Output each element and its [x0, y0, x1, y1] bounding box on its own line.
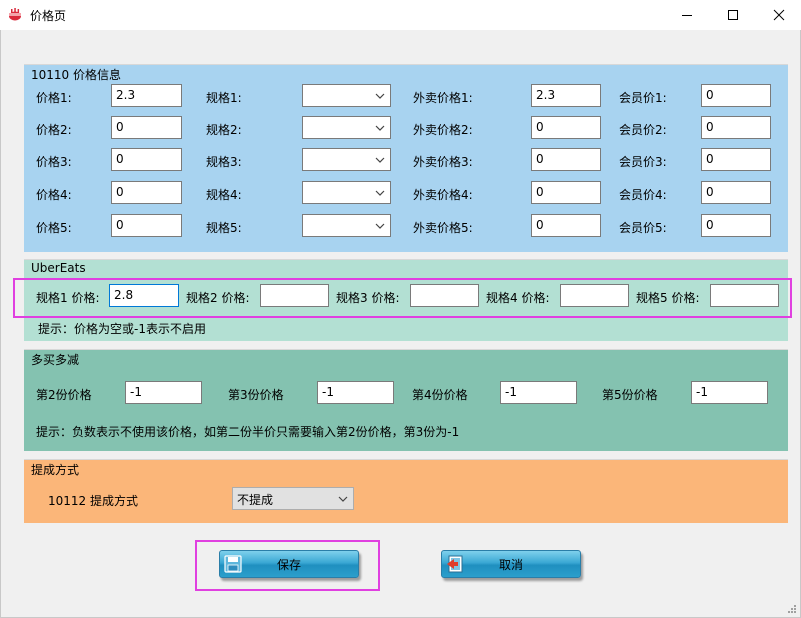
ubereats-spec-price-input[interactable] — [260, 284, 329, 307]
spec-dropdown[interactable] — [302, 214, 391, 237]
price-input[interactable]: 0 — [111, 214, 182, 237]
resize-grip-icon[interactable] — [785, 602, 797, 614]
commission-label: 10112 提成方式 — [48, 494, 138, 508]
spec-label: 规格1: — [206, 91, 242, 105]
multi-buy-title: 多买多减 — [31, 353, 80, 367]
member-price-label: 会员价2: — [619, 123, 667, 137]
price-input[interactable]: 0 — [111, 181, 182, 204]
price-input[interactable]: 0 — [111, 116, 182, 139]
nth-item-price-label: 第2份价格 — [36, 388, 92, 402]
spec-label: 规格2: — [206, 123, 242, 137]
member-price-input[interactable]: 0 — [701, 84, 771, 107]
takeout-price-label: 外卖价格4: — [413, 188, 473, 202]
chevron-down-icon — [375, 93, 385, 99]
minimize-button[interactable] — [664, 0, 710, 30]
chevron-down-icon — [375, 190, 385, 196]
spec-dropdown[interactable] — [302, 84, 391, 107]
takeout-price-input[interactable]: 2.3 — [531, 84, 601, 107]
price-label: 价格3: — [36, 155, 72, 169]
price-input[interactable]: 0 — [111, 148, 182, 171]
nth-item-price-label: 第3份价格 — [228, 388, 284, 402]
save-button[interactable]: 保存 — [219, 550, 359, 578]
commission-dropdown[interactable]: 不提成 — [232, 487, 354, 510]
maximize-icon — [728, 10, 738, 20]
window-title: 价格页 — [30, 9, 67, 23]
nth-item-price-input[interactable]: -1 — [125, 381, 202, 404]
chevron-down-icon — [375, 223, 385, 229]
save-button-label: 保存 — [277, 557, 302, 572]
chevron-down-icon — [375, 157, 385, 163]
ubereats-spec-price-input[interactable] — [710, 284, 779, 307]
ubereats-hint: 提示：价格为空或-1表示不启用 — [38, 322, 206, 336]
close-button[interactable] — [756, 0, 801, 30]
member-price-input[interactable]: 0 — [701, 181, 771, 204]
spec-dropdown[interactable] — [302, 148, 391, 171]
cancel-button-label: 取消 — [499, 557, 524, 572]
spec-dropdown[interactable] — [302, 181, 391, 204]
price-input[interactable]: 2.3 — [111, 84, 182, 107]
ubereats-spec-price-input[interactable] — [560, 284, 629, 307]
ubereats-spec-price-label: 规格2 价格: — [186, 291, 250, 305]
spec-label: 规格4: — [206, 188, 242, 202]
price-label: 价格1: — [36, 91, 72, 105]
member-price-label: 会员价4: — [619, 188, 667, 202]
spec-label: 规格3: — [206, 155, 242, 169]
member-price-input[interactable]: 0 — [701, 214, 771, 237]
commission-selected: 不提成 — [237, 493, 274, 507]
cancel-button[interactable]: 取消 — [441, 550, 581, 578]
takeout-price-input[interactable]: 0 — [531, 148, 601, 171]
price-label: 价格4: — [36, 188, 72, 202]
ubereats-spec-price-label: 规格5 价格: — [636, 291, 700, 305]
takeout-price-label: 外卖价格2: — [413, 123, 473, 137]
commission-panel — [24, 459, 788, 523]
takeout-price-label: 外卖价格3: — [413, 155, 473, 169]
ubereats-spec-price-input[interactable] — [410, 284, 479, 307]
chevron-down-icon — [375, 125, 385, 131]
exit-door-icon — [447, 555, 463, 573]
nth-item-price-input[interactable]: -1 — [500, 381, 577, 404]
ubereats-spec-price-label: 规格4 价格: — [486, 291, 550, 305]
spec-label: 规格5: — [206, 221, 242, 235]
takeout-price-input[interactable]: 0 — [531, 116, 601, 139]
nth-item-price-input[interactable]: -1 — [691, 381, 768, 404]
maximize-button[interactable] — [710, 0, 756, 30]
member-price-input[interactable]: 0 — [701, 116, 771, 139]
nth-item-price-input[interactable]: -1 — [317, 381, 394, 404]
price-label: 价格5: — [36, 221, 72, 235]
member-price-label: 会员价3: — [619, 155, 667, 169]
minimize-icon — [682, 15, 692, 16]
ubereats-title: UberEats — [31, 261, 86, 275]
multi-buy-hint: 提示：负数表示不使用该价格，如第二份半价只需要输入第2份价格，第3份为-1 — [36, 425, 460, 439]
price-info-title: 10110 价格信息 — [31, 68, 121, 82]
ubereats-spec-price-input[interactable]: 2.8 — [109, 284, 179, 307]
nth-item-price-label: 第5份价格 — [602, 388, 658, 402]
takeout-price-label: 外卖价格5: — [413, 221, 473, 235]
member-price-label: 会员价5: — [619, 221, 667, 235]
close-icon — [773, 9, 785, 21]
floppy-disk-icon — [224, 555, 242, 573]
nth-item-price-label: 第4份价格 — [412, 388, 468, 402]
commission-title: 提成方式 — [31, 463, 80, 477]
takeout-price-label: 外卖价格1: — [413, 91, 473, 105]
member-price-label: 会员价1: — [619, 91, 667, 105]
member-price-input[interactable]: 0 — [701, 148, 771, 171]
app-icon — [9, 8, 21, 21]
takeout-price-input[interactable]: 0 — [531, 214, 601, 237]
ubereats-spec-price-label: 规格3 价格: — [336, 291, 400, 305]
spec-dropdown[interactable] — [302, 116, 391, 139]
chevron-down-icon — [338, 496, 348, 502]
price-label: 价格2: — [36, 123, 72, 137]
takeout-price-input[interactable]: 0 — [531, 181, 601, 204]
ubereats-spec-price-label: 规格1 价格: — [36, 291, 100, 305]
